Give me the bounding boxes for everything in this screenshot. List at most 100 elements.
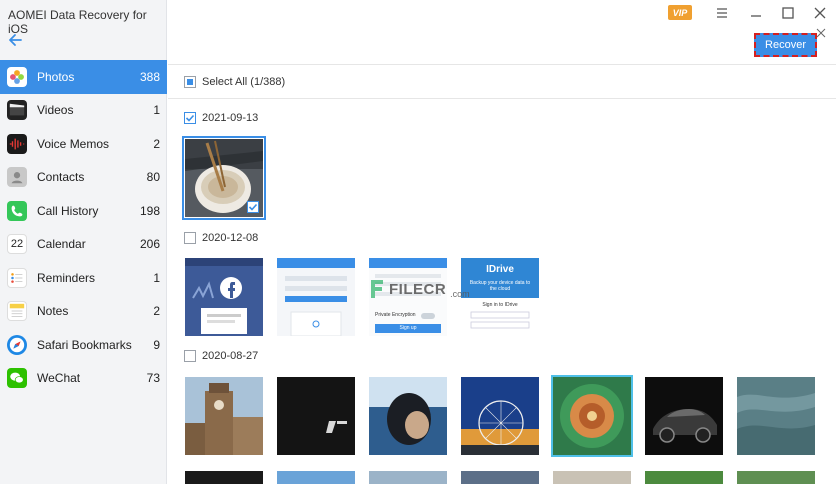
photo-partial: [553, 471, 631, 484]
sidebar-item-label: WeChat: [37, 371, 81, 386]
sidebar-item-wechat[interactable]: WeChat 73: [0, 362, 167, 396]
sidebar-item-label: Call History: [37, 203, 99, 218]
app-title: AOMEI Data Recovery for iOS: [8, 8, 147, 36]
category-list: Photos 388 Videos 1 Voice Memos 2 Contac…: [0, 60, 167, 395]
sidebar-item-count: 73: [146, 371, 160, 386]
photo-thumbnail[interactable]: [277, 471, 355, 484]
sidebar-item-count: 206: [139, 237, 160, 252]
sign-up-label: Sign up: [399, 325, 417, 331]
select-all-row[interactable]: Select All (1/388): [184, 76, 285, 88]
date-group-header[interactable]: 2020-08-27: [184, 350, 258, 362]
private-encryption-label: Private Encryption: [375, 312, 416, 318]
watermark-suffix: .com: [450, 289, 470, 299]
photo-thumbnail[interactable]: IDrive Backup your device data to the cl…: [461, 258, 539, 336]
sidebar-item-photos[interactable]: Photos 388: [0, 60, 167, 94]
photos-icon: [7, 66, 27, 87]
photo-thumbnail[interactable]: [645, 377, 723, 455]
photo-thumbnail[interactable]: [737, 471, 815, 484]
sidebar-item-label: Notes: [37, 304, 69, 319]
watermark: FILECR .com: [369, 278, 470, 300]
sidebar-item-label: Calendar: [37, 237, 86, 252]
sidebar-item-label: Safari Bookmarks: [37, 337, 132, 352]
photo-thumbnail[interactable]: [553, 377, 631, 455]
idrive-signin: Sign in to IDrive: [482, 302, 518, 308]
dismiss-icon[interactable]: [816, 28, 826, 38]
menu-icon[interactable]: [713, 4, 731, 22]
group-checkbox[interactable]: [184, 232, 196, 244]
group-date: 2020-12-08: [202, 232, 259, 244]
photo-partial: [277, 471, 355, 484]
sidebar-item-count: 388: [139, 69, 160, 84]
sidebar-item-voice-memos[interactable]: Voice Memos 2: [0, 127, 167, 161]
recover-button[interactable]: Recover: [754, 33, 817, 57]
group-date: 2020-08-27: [202, 350, 259, 362]
photo-partial: [737, 471, 815, 484]
sidebar-item-calendar[interactable]: 22 Calendar 206: [0, 228, 167, 262]
safari-icon: [7, 334, 27, 355]
photo-thumbnail[interactable]: [185, 258, 263, 336]
group-checkbox[interactable]: [184, 112, 196, 124]
sidebar-item-safari-bookmarks[interactable]: Safari Bookmarks 9: [0, 328, 167, 362]
calendar-icon: 22: [7, 234, 27, 255]
photo-thumbnail[interactable]: [645, 471, 723, 484]
sidebar-item-notes[interactable]: Notes 2: [0, 295, 167, 329]
sidebar-item-videos[interactable]: Videos 1: [0, 94, 167, 128]
sidebar-item-count: 2: [153, 304, 160, 319]
sidebar-item-reminders[interactable]: Reminders 1: [0, 261, 167, 295]
photo-checkbox[interactable]: [247, 201, 259, 213]
select-all-checkbox[interactable]: [184, 76, 196, 88]
vip-badge[interactable]: VIP: [668, 5, 692, 20]
sidebar-item-label: Reminders: [37, 270, 96, 285]
idrive-brand: IDrive: [486, 264, 514, 275]
notes-icon: [7, 301, 27, 322]
call-history-icon: [7, 200, 27, 221]
photo-thumbnail[interactable]: [277, 258, 355, 336]
check-icon: [248, 203, 258, 211]
ornament-photo: [553, 377, 631, 455]
dark-logo-photo: [277, 377, 355, 455]
photo-thumbnail[interactable]: [185, 139, 263, 217]
sidebar-item-count: 2: [153, 136, 160, 151]
photo-partial: [369, 471, 447, 484]
photo-thumbnail[interactable]: [369, 377, 447, 455]
group-checkbox[interactable]: [184, 350, 196, 362]
photo-thumbnail[interactable]: [185, 471, 263, 484]
sidebar-item-label: Photos: [37, 69, 75, 84]
sidebar-item-label: Voice Memos: [37, 136, 110, 151]
back-arrow-icon[interactable]: [6, 30, 26, 50]
clock-tower-photo: [185, 377, 263, 455]
facebook-screenshot: [185, 258, 263, 336]
divider: [168, 98, 836, 99]
photo-thumbnail[interactable]: [369, 471, 447, 484]
check-icon: [185, 114, 195, 122]
wechat-icon: [7, 368, 27, 389]
calendar-icon-day: 22: [10, 238, 24, 251]
sidebar-item-call-history[interactable]: Call History 198: [0, 194, 167, 228]
photo-thumbnail[interactable]: [737, 377, 815, 455]
sidebar-item-contacts[interactable]: Contacts 80: [0, 161, 167, 195]
photo-thumbnail[interactable]: [461, 377, 539, 455]
sidebar-item-count: 9: [153, 337, 160, 352]
sidebar-item-label: Videos: [37, 103, 74, 118]
sidebar-item-label: Contacts: [37, 170, 85, 185]
watermark-logo-icon: [371, 280, 383, 298]
sidebar: AOMEI Data Recovery for iOS Photos 388 V…: [0, 0, 167, 484]
watermark-text: FILECR: [389, 280, 447, 298]
voice-memos-icon: [7, 133, 27, 154]
photo-partial: [185, 471, 263, 484]
maximize-icon[interactable]: [779, 4, 797, 22]
photo-thumbnail[interactable]: [277, 377, 355, 455]
ferris-wheel-photo: [461, 377, 539, 455]
photo-thumbnail[interactable]: [461, 471, 539, 484]
photo-thumbnail[interactable]: [185, 377, 263, 455]
water-photo: [737, 377, 815, 455]
title-bar: VIP: [167, 0, 836, 28]
sidebar-item-count: 1: [153, 270, 160, 285]
minimize-icon[interactable]: [747, 4, 765, 22]
date-group-header[interactable]: 2020-12-08: [184, 232, 258, 244]
photo-thumbnail[interactable]: [553, 471, 631, 484]
select-all-label: Select All (1/388): [202, 76, 286, 88]
date-group-header[interactable]: 2021-09-13: [184, 112, 258, 124]
idrive-tagline: Backup your device data to the cloud: [469, 280, 531, 292]
close-icon[interactable]: [811, 4, 829, 22]
